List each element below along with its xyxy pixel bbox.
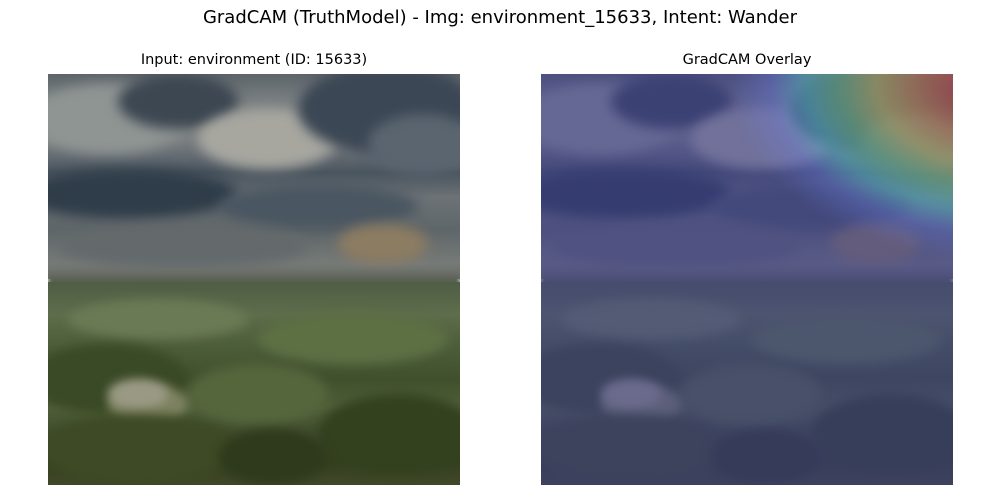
landscape-photo bbox=[48, 74, 460, 485]
gradcam-overlay-image bbox=[541, 74, 953, 485]
input-panel-title: Input: environment (ID: 15633) bbox=[140, 52, 368, 68]
figure-title: GradCAM (TruthModel) - Img: environment_… bbox=[202, 7, 798, 28]
input-image bbox=[48, 74, 460, 485]
overlay-panel-title: GradCAM Overlay bbox=[682, 52, 812, 68]
